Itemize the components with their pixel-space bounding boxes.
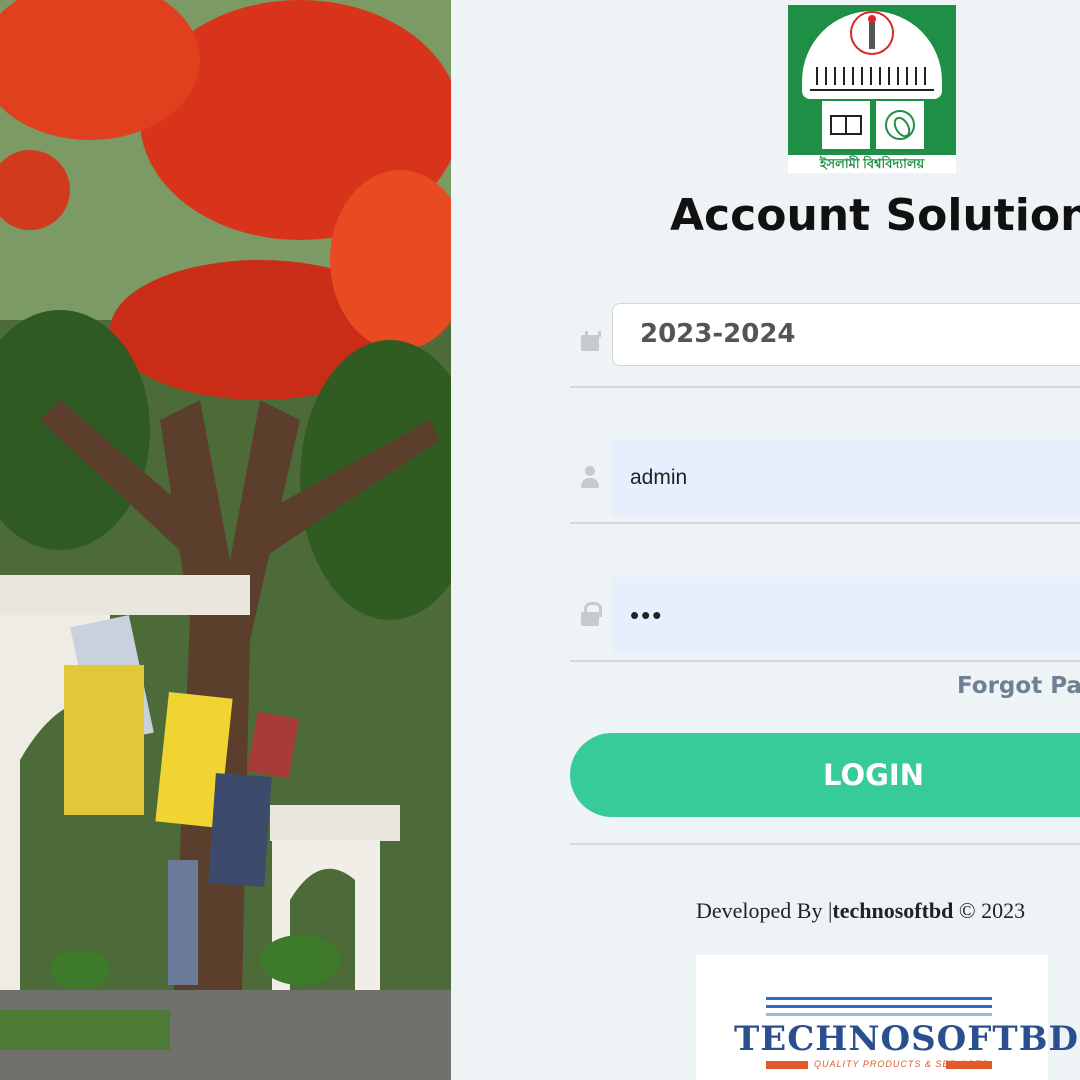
session-select[interactable]: 2023-2024	[612, 303, 1080, 366]
divider	[570, 386, 1080, 388]
flame-icon	[868, 15, 876, 23]
credit-suffix: © 2023	[953, 898, 1026, 923]
logo-tag-bar	[766, 1061, 808, 1069]
campus-photo	[0, 0, 451, 1080]
login-panel: ইসলামী বিশ্ববিদ্যালয় Account Solution 2…	[451, 0, 1080, 1080]
credit-company: technosoftbd	[832, 898, 954, 923]
login-button[interactable]: LOGIN	[570, 733, 1080, 817]
developer-tagline: QUALITY PRODUCTS & SERVICES	[814, 1059, 989, 1069]
divider	[570, 843, 1080, 845]
password-input[interactable]: •••	[612, 577, 1080, 653]
atom-icon	[885, 110, 915, 140]
logo-stripe	[766, 1005, 992, 1008]
developer-brand: TECHNOSOFTBD	[734, 1019, 1079, 1059]
lock-icon	[581, 602, 602, 626]
logo-stripe	[766, 997, 992, 1000]
book-tile	[822, 101, 870, 149]
divider	[570, 660, 1080, 662]
calendar-icon	[581, 331, 601, 351]
developer-logo: TECHNOSOFTBD QUALITY PRODUCTS & SERVICES	[696, 955, 1078, 1080]
forgot-password-link[interactable]: Forgot Pas	[957, 673, 1080, 699]
calligraphy-mark	[810, 61, 934, 91]
logo-stripe	[766, 1013, 992, 1016]
divider	[570, 522, 1080, 524]
book-icon	[830, 115, 862, 135]
credit-prefix: Developed By |	[696, 898, 833, 923]
atom-tile	[876, 101, 924, 149]
university-logo: ইসলামী বিশ্ববিদ্যালয়	[788, 5, 956, 173]
username-input[interactable]: admin	[612, 440, 1080, 516]
page-title: Account Solution	[670, 190, 1080, 241]
user-icon	[581, 466, 599, 488]
logo-caption: ইসলামী বিশ্ববিদ্যালয়	[788, 155, 956, 173]
footer-credit: Developed By |technosoftbd © 2023	[696, 898, 1025, 924]
